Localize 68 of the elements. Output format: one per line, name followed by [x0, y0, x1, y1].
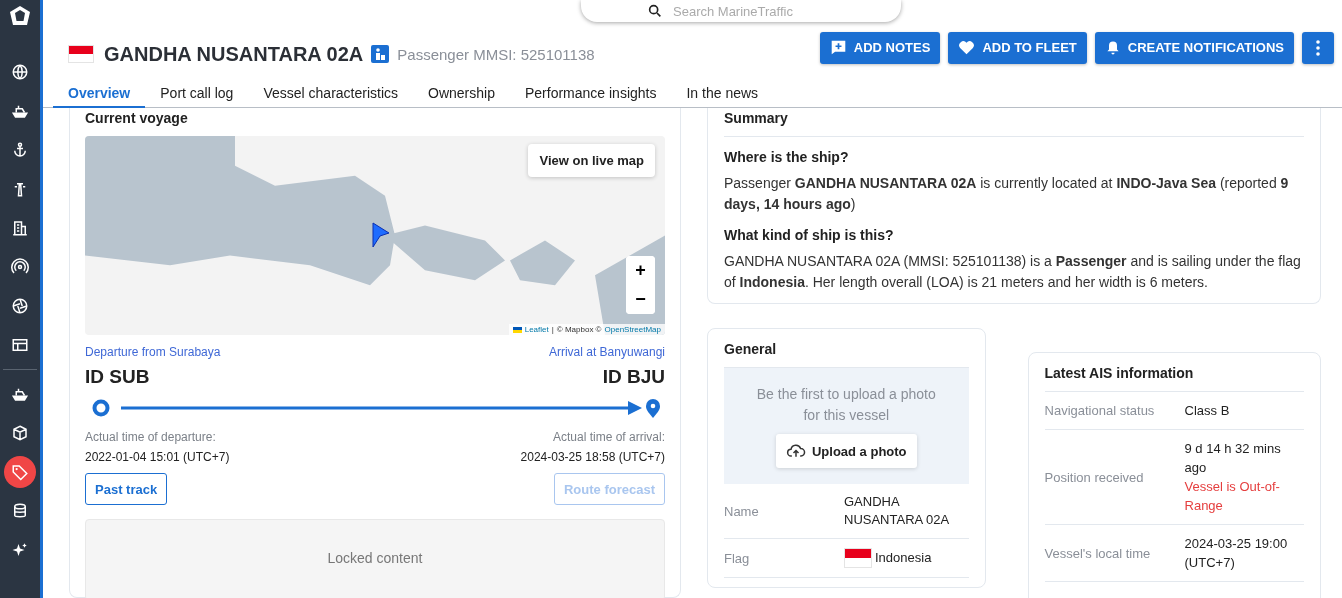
field-value: 2024-03-25 19:00 (UTC+7): [1184, 535, 1289, 572]
photo-prompt: Be the first to upload a photo for this vessel: [755, 385, 937, 425]
field-label: Vessel's local time: [1044, 544, 1152, 563]
tab[interactable]: Vessel characteristics: [248, 80, 414, 108]
port-code: ID BJU: [601, 366, 665, 388]
upload-photo-button[interactable]: Upload a photo: [775, 434, 917, 468]
tag-icon[interactable]: [4, 456, 36, 488]
tab[interactable]: Port call log: [145, 80, 249, 108]
logo-icon[interactable]: [8, 4, 32, 28]
tab[interactable]: In the news: [671, 80, 774, 108]
search-icon: [647, 3, 663, 19]
flag-icon: [512, 326, 522, 333]
aperture-icon[interactable]: [11, 297, 29, 315]
create-notifications-button[interactable]: CREATE NOTIFICATIONS: [1094, 31, 1294, 64]
search-field[interactable]: Search MarineTraffic: [581, 0, 901, 22]
field-label: Position received: [1044, 468, 1145, 487]
locked-label: Locked content: [327, 550, 423, 566]
card-title: General: [724, 340, 778, 359]
cube-icon[interactable]: [11, 424, 29, 442]
port-code: ID SUB: [85, 366, 151, 388]
card-title: Summary: [724, 108, 1304, 137]
attribution-text: |: [551, 325, 554, 334]
time-label: Actual time of departure:: [85, 430, 217, 444]
database-icon[interactable]: [11, 502, 29, 520]
departure-label: Departure from Surabaya: [85, 345, 221, 359]
more-icon: [1316, 39, 1320, 56]
section-heading: What kind of ship is this?: [724, 227, 895, 243]
heart-icon: [958, 39, 976, 56]
globe-icon[interactable]: [11, 63, 29, 81]
field-value: 9 d 14 h 32 mins ago: [1184, 440, 1282, 477]
past-track-button[interactable]: Past track: [85, 473, 168, 505]
time-label: Actual time of arrival:: [551, 430, 665, 444]
attribution-text: © Mapbox ©: [556, 325, 602, 334]
ship-marker-icon: [371, 222, 391, 248]
time-value: 2024-03-25 18:58 (UTC+7): [520, 450, 665, 464]
summary-paragraph: Passenger GANDHA NUSANTARA 02A is currently located at INDO-Java Sea (reported 9 days, 14 hours ago): [724, 174, 1290, 214]
note-add-icon: [829, 39, 847, 56]
arrival-label: Arrival at Banyuwangi: [548, 345, 665, 359]
field-value: GANDHA NUSANTARA 02A: [844, 493, 951, 529]
attribution-link[interactable]: Leaflet: [524, 325, 549, 334]
passenger-icon: [371, 45, 390, 63]
field-label: Navigational status: [1044, 402, 1156, 420]
field-label: Name: [724, 503, 760, 519]
tab[interactable]: Performance insights: [509, 80, 672, 108]
time-value: 2022-01-04 15:01 (UTC+7): [85, 450, 230, 464]
summary-paragraph: GANDHA NUSANTARA 02A (MMSI: 525101138) is a Passenger and is sailing under the flag of Indonesia. Her length overall (LOA) is 21 meters and her width is 6 meters.: [724, 252, 1302, 292]
building-icon[interactable]: [11, 219, 29, 237]
field-value: Indonesia: [875, 549, 932, 567]
view-on-live-map-button[interactable]: View on live map: [528, 144, 655, 177]
add-to-fleet-button[interactable]: ADD TO FLEET: [948, 31, 1087, 64]
add-notes-button[interactable]: ADD NOTES: [819, 31, 941, 64]
section-heading: Where is the ship?: [724, 149, 850, 165]
flag-icon: [844, 548, 872, 568]
card-title: Latest AIS information: [1044, 363, 1304, 392]
tab[interactable]: Ownership: [413, 80, 510, 108]
table-icon[interactable]: [11, 336, 29, 354]
field-value: Class B: [1184, 402, 1231, 420]
field-label: Flag: [724, 550, 751, 566]
card-title: Current voyage: [85, 109, 189, 128]
flag-icon: [68, 45, 94, 63]
attribution-link[interactable]: OpenStreetMap: [604, 325, 661, 334]
anchor-icon[interactable]: [11, 141, 29, 159]
out-of-range-warning: Vessel is Out-of-Range: [1184, 478, 1281, 515]
more-button[interactable]: [1302, 31, 1334, 64]
sparkle-icon[interactable]: [11, 541, 29, 559]
vessel-name: GANDHA NUSANTARA 02A: [104, 42, 364, 66]
vessel-subtitle: Passenger MMSI: 525101138: [397, 45, 595, 63]
radar-icon[interactable]: [11, 258, 29, 276]
